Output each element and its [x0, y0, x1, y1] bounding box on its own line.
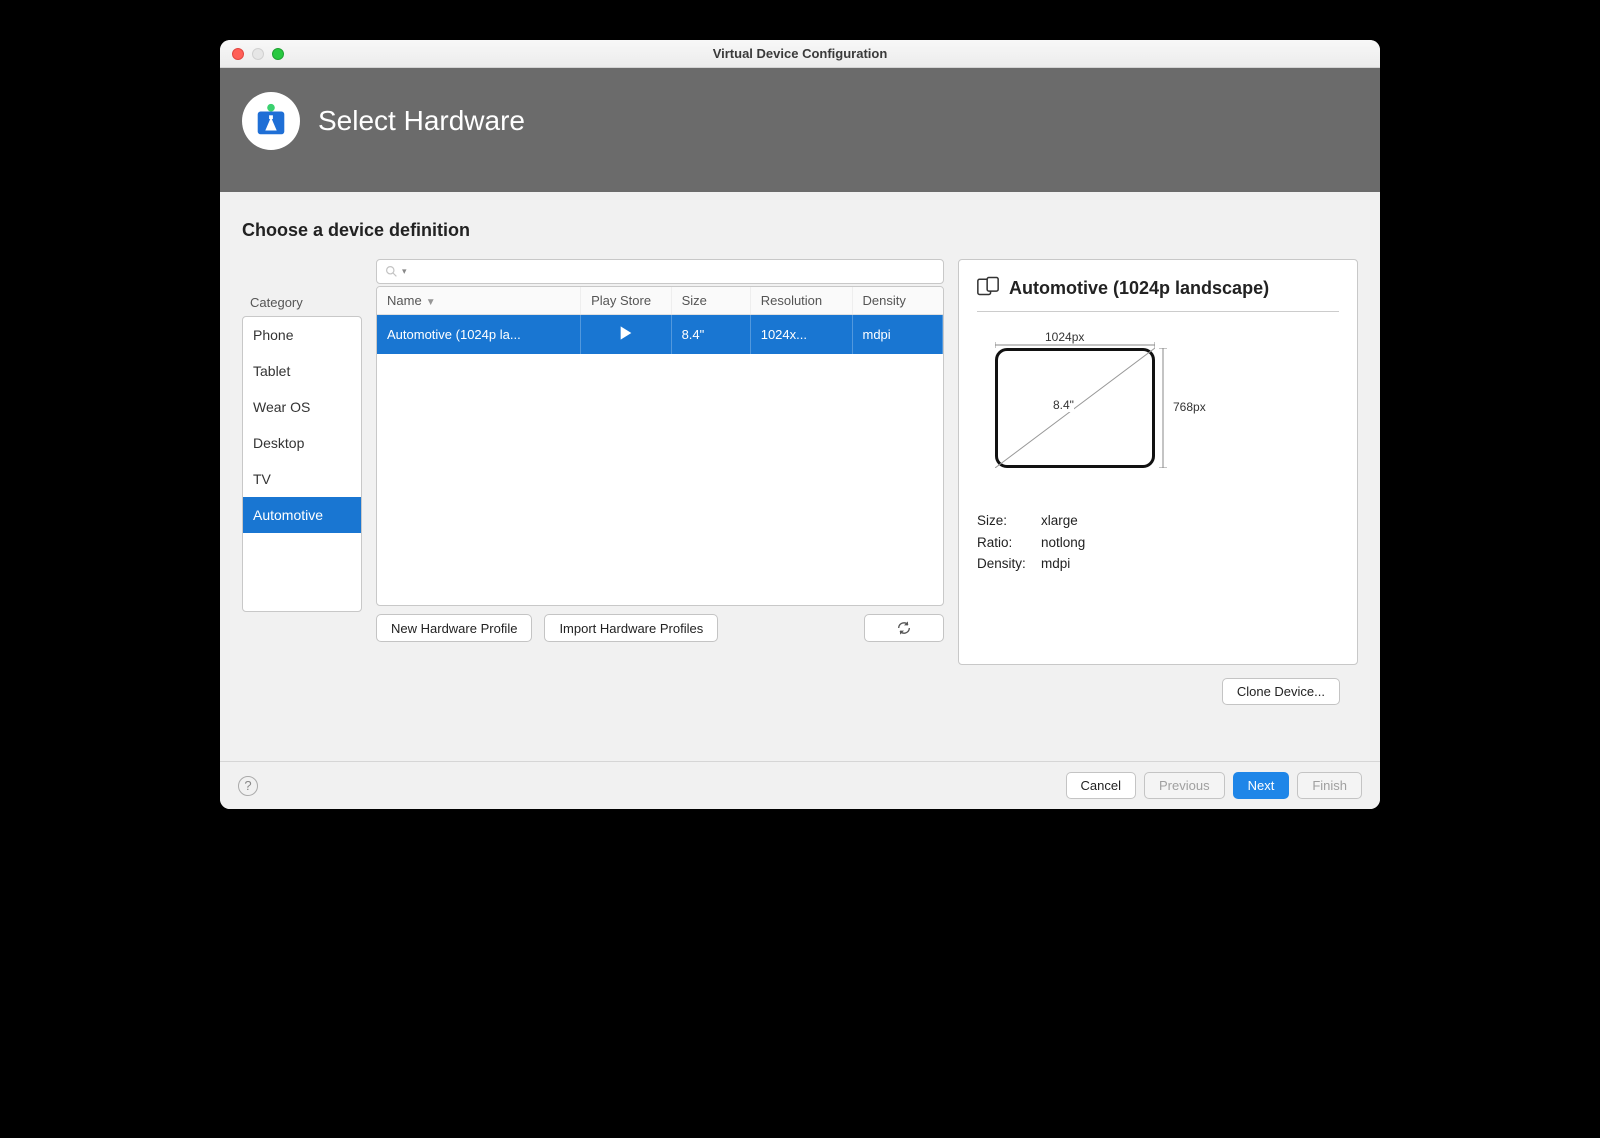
refresh-button[interactable]	[864, 614, 944, 642]
device-table: Name▼ Play Store Size Resolution Density…	[376, 286, 944, 606]
category-column: Category Phone Tablet Wear OS Desktop TV…	[242, 259, 362, 612]
chevron-down-icon: ▾	[402, 266, 407, 277]
footer: ? Cancel Previous Next Finish	[220, 761, 1380, 809]
device-table-column: ▾ Name▼ Play Store Size Resolution Densi…	[376, 259, 944, 642]
refresh-icon	[896, 620, 912, 636]
cell-play-store	[581, 315, 671, 355]
table-header-row: Name▼ Play Store Size Resolution Density	[377, 287, 943, 315]
next-button[interactable]: Next	[1233, 772, 1290, 799]
category-wear-os[interactable]: Wear OS	[243, 389, 361, 425]
category-list: Phone Tablet Wear OS Desktop TV Automoti…	[242, 316, 362, 612]
cell-name: Automotive (1024p la...	[377, 315, 581, 355]
spec-size-label: Size:	[977, 510, 1041, 532]
import-hardware-profiles-button[interactable]: Import Hardware Profiles	[544, 614, 718, 642]
android-studio-icon	[242, 92, 300, 150]
spec-ratio-label: Ratio:	[977, 532, 1041, 554]
diagonal-line	[995, 348, 1155, 468]
preview-title: Automotive (1024p landscape)	[1009, 278, 1269, 299]
col-name[interactable]: Name▼	[377, 287, 581, 315]
search-box[interactable]: ▾	[376, 259, 944, 284]
col-play-store[interactable]: Play Store	[581, 287, 671, 315]
col-density[interactable]: Density	[852, 287, 943, 315]
finish-button: Finish	[1297, 772, 1362, 799]
titlebar: Virtual Device Configuration	[220, 40, 1380, 68]
cell-density: mdpi	[852, 315, 943, 355]
dim-bracket-top	[995, 342, 1155, 348]
tablet-icon	[977, 276, 999, 301]
spec-ratio-value: notlong	[1041, 532, 1085, 554]
dim-bracket-right	[1159, 348, 1167, 468]
category-phone[interactable]: Phone	[243, 317, 361, 353]
sort-descending-icon: ▼	[426, 297, 436, 308]
spec-size-value: xlarge	[1041, 510, 1078, 532]
page-title: Select Hardware	[318, 105, 525, 137]
section-heading: Choose a device definition	[242, 220, 1358, 241]
header-banner: Select Hardware	[220, 68, 1380, 192]
search-icon	[385, 265, 398, 278]
category-header: Category	[242, 289, 362, 316]
dialog-window: Virtual Device Configuration Select Hard…	[220, 40, 1380, 809]
diagonal-label: 8.4"	[1053, 398, 1074, 412]
help-button[interactable]: ?	[238, 776, 258, 796]
spec-density-value: mdpi	[1041, 553, 1070, 575]
col-size[interactable]: Size	[671, 287, 750, 315]
cell-size: 8.4"	[671, 315, 750, 355]
category-tv[interactable]: TV	[243, 461, 361, 497]
col-resolution[interactable]: Resolution	[750, 287, 852, 315]
window-title: Virtual Device Configuration	[220, 46, 1380, 61]
preview-panel: Automotive (1024p landscape) 1024px 768p…	[958, 259, 1358, 665]
specs: Size:xlarge Ratio:notlong Density:mdpi	[977, 510, 1339, 575]
new-hardware-profile-button[interactable]: New Hardware Profile	[376, 614, 532, 642]
cancel-button[interactable]: Cancel	[1066, 772, 1136, 799]
preview-diagram: 1024px 768px 8.4"	[977, 330, 1339, 500]
clone-device-button[interactable]: Clone Device...	[1222, 678, 1340, 705]
cell-resolution: 1024x...	[750, 315, 852, 355]
category-tablet[interactable]: Tablet	[243, 353, 361, 389]
category-automotive[interactable]: Automotive	[243, 497, 361, 533]
dim-height-label: 768px	[1173, 400, 1206, 414]
category-desktop[interactable]: Desktop	[243, 425, 361, 461]
table-row[interactable]: Automotive (1024p la... 8.4" 1024x... md…	[377, 315, 943, 355]
play-store-icon	[618, 325, 634, 344]
previous-button: Previous	[1144, 772, 1225, 799]
search-input[interactable]	[411, 264, 935, 279]
body-area: Choose a device definition Category Phon…	[220, 192, 1380, 761]
spec-density-label: Density:	[977, 553, 1041, 575]
